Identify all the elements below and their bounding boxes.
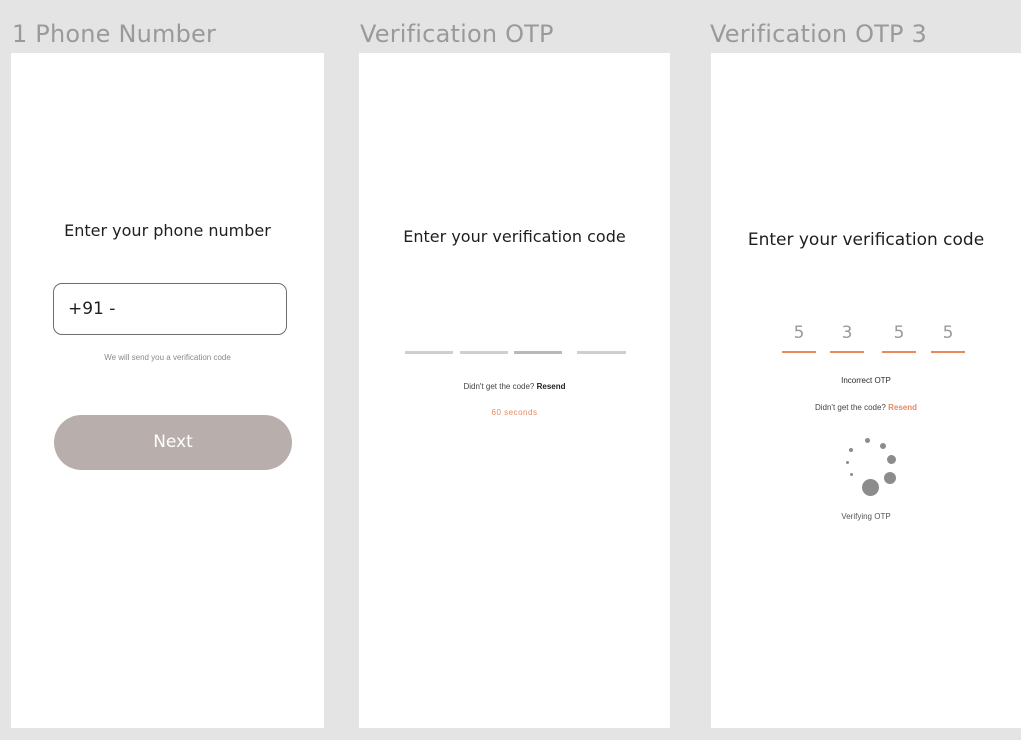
screen-heading: Enter your phone number	[64, 221, 271, 240]
otp-input-3[interactable]	[514, 351, 562, 354]
frame-title-phone-number: 1 Phone Number	[12, 20, 217, 48]
screen-heading: Enter your verification code	[403, 227, 626, 246]
verification-otp-screen: Enter your verification code Didn't get …	[359, 53, 670, 728]
phone-number-input[interactable]: +91 -	[53, 283, 287, 335]
frame-title-verification-otp: Verification OTP	[360, 20, 554, 48]
resend-prompt: Didn't get the code?	[463, 382, 535, 391]
otp-digit-1-underline	[782, 351, 816, 353]
otp-digit-4-underline	[931, 351, 965, 353]
resend-link[interactable]: Resend	[537, 382, 566, 391]
otp-digit-2-underline	[830, 351, 864, 353]
otp-input-1[interactable]	[405, 351, 453, 354]
otp-digit-3-underline	[882, 351, 916, 353]
otp-digit-2[interactable]: 3	[830, 323, 864, 343]
otp-digit-4[interactable]: 5	[931, 323, 965, 343]
next-button[interactable]: Next	[54, 415, 292, 470]
phone-number-screen: Enter your phone number +91 - We will se…	[11, 53, 324, 728]
otp-input-2[interactable]	[460, 351, 508, 354]
loading-spinner-icon	[841, 438, 899, 496]
resend-prompt: Didn't get the code?	[814, 403, 886, 412]
helper-text: We will send you a verification code	[104, 353, 231, 362]
resend-row: Didn't get the code? Resend	[359, 382, 670, 391]
frame-title-verification-otp-3: Verification OTP 3	[710, 20, 927, 48]
verifying-status: Verifying OTP	[841, 512, 891, 521]
verification-otp-3-screen: Enter your verification code 5 3 5 5 Inc…	[711, 53, 1021, 728]
countdown-timer: 60 seconds	[491, 408, 538, 417]
otp-digit-1[interactable]: 5	[782, 323, 816, 343]
otp-digit-3[interactable]: 5	[882, 323, 916, 343]
error-message: Incorrect OTP	[841, 376, 891, 385]
otp-input-4[interactable]	[577, 351, 626, 354]
resend-row: Didn't get the code? Resend	[711, 403, 1021, 412]
resend-link[interactable]: Resend	[888, 403, 917, 412]
screen-heading: Enter your verification code	[747, 230, 985, 250]
